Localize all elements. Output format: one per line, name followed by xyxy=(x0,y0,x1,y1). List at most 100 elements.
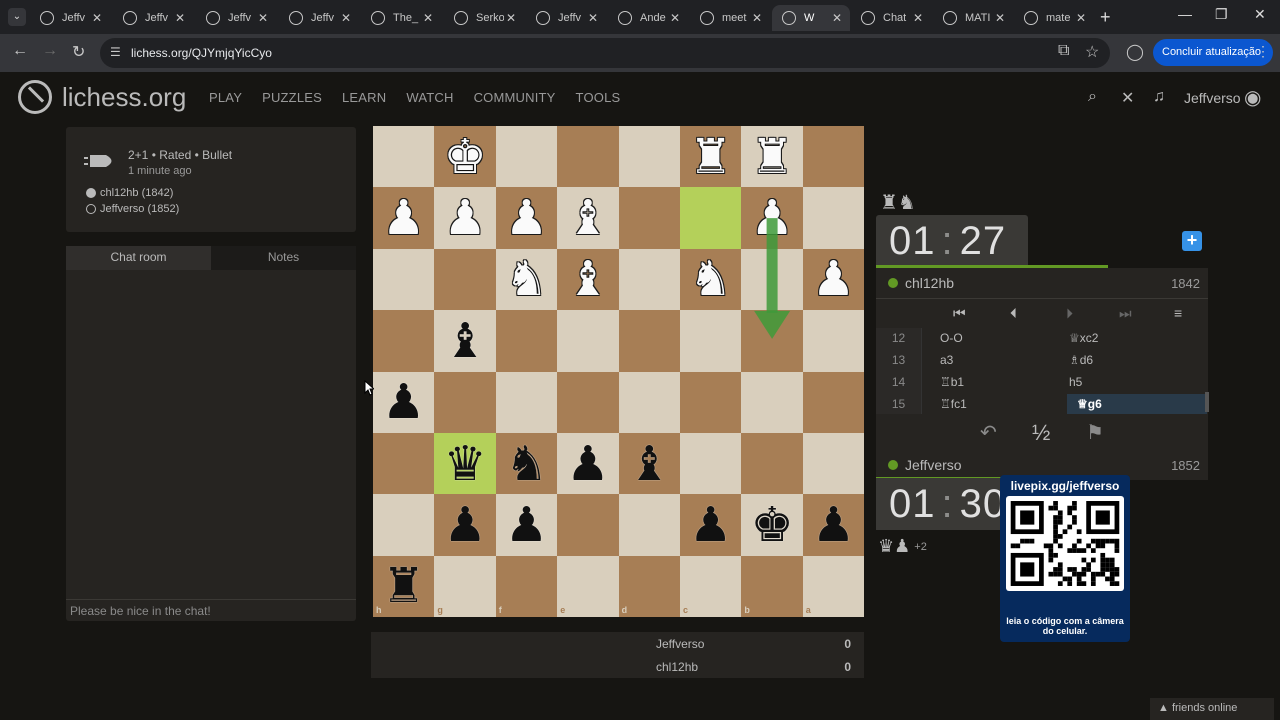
takeback-icon[interactable]: ↶ xyxy=(980,420,997,445)
score-row-jeffverso: Jeffverso 0 xyxy=(645,633,864,655)
chess-board[interactable]: 1 2 3 4 5 6 7 8 h g f e d c b a ♚ ♜ ♜ ♟ ♟ ♟ ♝ ♟ ♞ ♝ ♞ ♟ ♝ ♟ ♛ ♞ ♟ ♝ ♟ ♟ ♟ ♚ ♟ ♜ xyxy=(373,126,865,618)
black-move[interactable]: ♕xc2 xyxy=(1069,331,1098,345)
tab-close-icon[interactable]: ✕ xyxy=(588,11,598,25)
update-button[interactable]: Concluir atualização xyxy=(1153,39,1273,66)
user-avatar-icon[interactable]: ◉ xyxy=(1244,85,1261,110)
address-bar[interactable]: ☰ lichess.org/QJYmjqYicCyo xyxy=(100,38,1110,68)
notifications-bell-icon[interactable]: ♫ xyxy=(1153,88,1165,106)
resign-flag-icon[interactable]: ⚑ xyxy=(1086,420,1104,445)
top-player-name[interactable]: chl12hb xyxy=(905,275,954,291)
tab-favicon-icon xyxy=(782,11,796,25)
give-time-button[interactable]: + xyxy=(1182,231,1202,251)
tab-favicon-icon xyxy=(123,11,137,25)
menu-hamburger-icon[interactable]: ≡ xyxy=(1174,305,1182,321)
bullet-icon xyxy=(84,155,112,167)
move-row: 15 ♖fc1 ♕g6 xyxy=(876,394,1208,416)
browser-tab[interactable]: W ✕ xyxy=(772,5,850,31)
back-icon[interactable]: ← xyxy=(12,42,28,60)
browser-tab[interactable]: MATI ✕ xyxy=(933,5,1013,31)
first-move-icon[interactable]: ⏮ xyxy=(953,305,966,322)
tab-close-icon[interactable]: ✕ xyxy=(1076,11,1086,25)
white-move[interactable]: a3 xyxy=(940,353,953,367)
browser-tab[interactable]: Jeffv ✕ xyxy=(113,5,193,31)
white-move[interactable]: O-O xyxy=(940,331,963,345)
player-white-info[interactable]: Jeffverso (1852) xyxy=(86,203,179,215)
last-move-icon[interactable]: ⏭ xyxy=(1119,305,1132,322)
nav-watch[interactable]: WATCH xyxy=(406,90,453,105)
tab-close-icon[interactable]: ✕ xyxy=(832,11,842,25)
tab-close-icon[interactable]: ✕ xyxy=(913,11,923,25)
top-clock: 01:27 xyxy=(876,215,1028,267)
tab-close-icon[interactable]: ✕ xyxy=(423,11,433,25)
tab-title: Ande xyxy=(640,12,666,24)
tab-close-icon[interactable]: ✕ xyxy=(506,11,516,25)
tab-search-button[interactable]: ⌄ xyxy=(8,8,26,26)
browser-tab[interactable]: Chat ✕ xyxy=(851,5,931,31)
browser-tab[interactable]: Jeffv ✕ xyxy=(526,5,606,31)
browser-tab[interactable]: The_ ✕ xyxy=(361,5,441,31)
profile-icon[interactable]: ◯ xyxy=(1126,42,1144,62)
tab-close-icon[interactable]: ✕ xyxy=(258,11,268,25)
bookmark-star-icon[interactable]: ☆ xyxy=(1085,42,1099,62)
tab-close-icon[interactable]: ✕ xyxy=(92,11,102,25)
offer-draw-button[interactable]: ½ xyxy=(1032,420,1050,446)
black-dot-icon xyxy=(86,188,96,198)
browser-tab[interactable]: Serko ✕ xyxy=(444,5,524,31)
site-logo[interactable]: lichess.org xyxy=(18,80,186,114)
tab-close-icon[interactable]: ✕ xyxy=(752,11,762,25)
minimize-icon[interactable]: — xyxy=(1178,6,1192,22)
tab-close-icon[interactable]: ✕ xyxy=(670,11,680,25)
reload-icon[interactable]: ↻ xyxy=(72,42,85,62)
new-tab-button[interactable]: + xyxy=(1100,7,1111,28)
top-player-bar: chl12hb 1842 xyxy=(876,268,1208,298)
tab-notes[interactable]: Notes xyxy=(211,246,356,270)
browser-tab[interactable]: Jeffv ✕ xyxy=(30,5,110,31)
black-move[interactable]: h5 xyxy=(1069,375,1082,389)
game-time-ago: 1 minute ago xyxy=(128,165,192,177)
next-move-icon[interactable]: ⏵ xyxy=(1066,305,1073,322)
nav-community[interactable]: COMMUNITY xyxy=(474,90,556,105)
tab-close-icon[interactable]: ✕ xyxy=(995,11,1005,25)
previous-move-icon[interactable]: ⏴ xyxy=(1010,305,1017,322)
bottom-clock-time: 01:30 xyxy=(889,482,1007,526)
chrome-menu-icon[interactable]: ⋮ xyxy=(1256,43,1270,60)
close-window-icon[interactable]: ✕ xyxy=(1254,6,1266,23)
browser-tab-strip: ⌄ Jeffv ✕ Jeffv ✕ Jeffv ✕ Jeffv ✕ The_ ✕ Serko ✕ Jef… xyxy=(0,0,1280,34)
browser-tab[interactable]: mate ✕ xyxy=(1014,5,1094,31)
browser-tab[interactable]: Jeffv ✕ xyxy=(279,5,359,31)
tab-close-icon[interactable]: ✕ xyxy=(341,11,351,25)
game-info-panel: 2+1 • Rated • Bullet 1 minute ago chl12h… xyxy=(66,127,356,232)
install-app-icon[interactable]: ⧉ xyxy=(1058,42,1069,60)
restore-icon[interactable]: ❐ xyxy=(1215,6,1228,23)
forward-icon[interactable]: → xyxy=(42,42,58,60)
chat-tabs: Chat room Notes xyxy=(66,246,356,270)
top-clock-time: 01:27 xyxy=(889,219,1007,263)
swords-icon[interactable]: ✕ xyxy=(1121,88,1134,108)
browser-tab[interactable]: Jeffv ✕ xyxy=(196,5,276,31)
player-black-info[interactable]: chl12hb (1842) xyxy=(86,187,173,199)
white-move[interactable]: ♖fc1 xyxy=(940,397,967,411)
search-icon[interactable]: ⌕ xyxy=(1088,88,1097,106)
bottom-player-name[interactable]: Jeffverso xyxy=(905,457,962,473)
move-list: 12 O-O ♕xc2 13 a3 ♗d6 14 ♖b1 h5 15 ♖fc1 ♕g6 xyxy=(876,328,1208,416)
browser-tab[interactable]: meet ✕ xyxy=(690,5,770,31)
nav-learn[interactable]: LEARN xyxy=(342,90,386,105)
move-arrow xyxy=(754,218,791,339)
black-move[interactable]: ♗d6 xyxy=(1069,353,1093,367)
nav-puzzles[interactable]: PUZZLES xyxy=(262,90,322,105)
move-list-scrollbar[interactable] xyxy=(1205,392,1209,412)
tab-title: Jeffv xyxy=(228,12,252,24)
user-menu[interactable]: Jeffverso xyxy=(1184,90,1241,106)
score-value: 0 xyxy=(844,637,851,651)
nav-tools[interactable]: TOOLS xyxy=(576,90,621,105)
browser-tab[interactable]: Ande ✕ xyxy=(608,5,688,31)
nav-play[interactable]: PLAY xyxy=(209,90,242,105)
tab-chat-room[interactable]: Chat room xyxy=(66,246,211,270)
white-move[interactable]: ♖b1 xyxy=(940,375,964,389)
tab-favicon-icon xyxy=(618,11,632,25)
tab-close-icon[interactable]: ✕ xyxy=(175,11,185,25)
friends-online-button[interactable]: ▲ friends online xyxy=(1150,698,1274,720)
black-move[interactable]: ♕g6 xyxy=(1067,394,1207,416)
site-info-icon[interactable]: ☰ xyxy=(110,45,121,59)
chat-input[interactable]: Please be nice in the chat! xyxy=(66,599,356,621)
